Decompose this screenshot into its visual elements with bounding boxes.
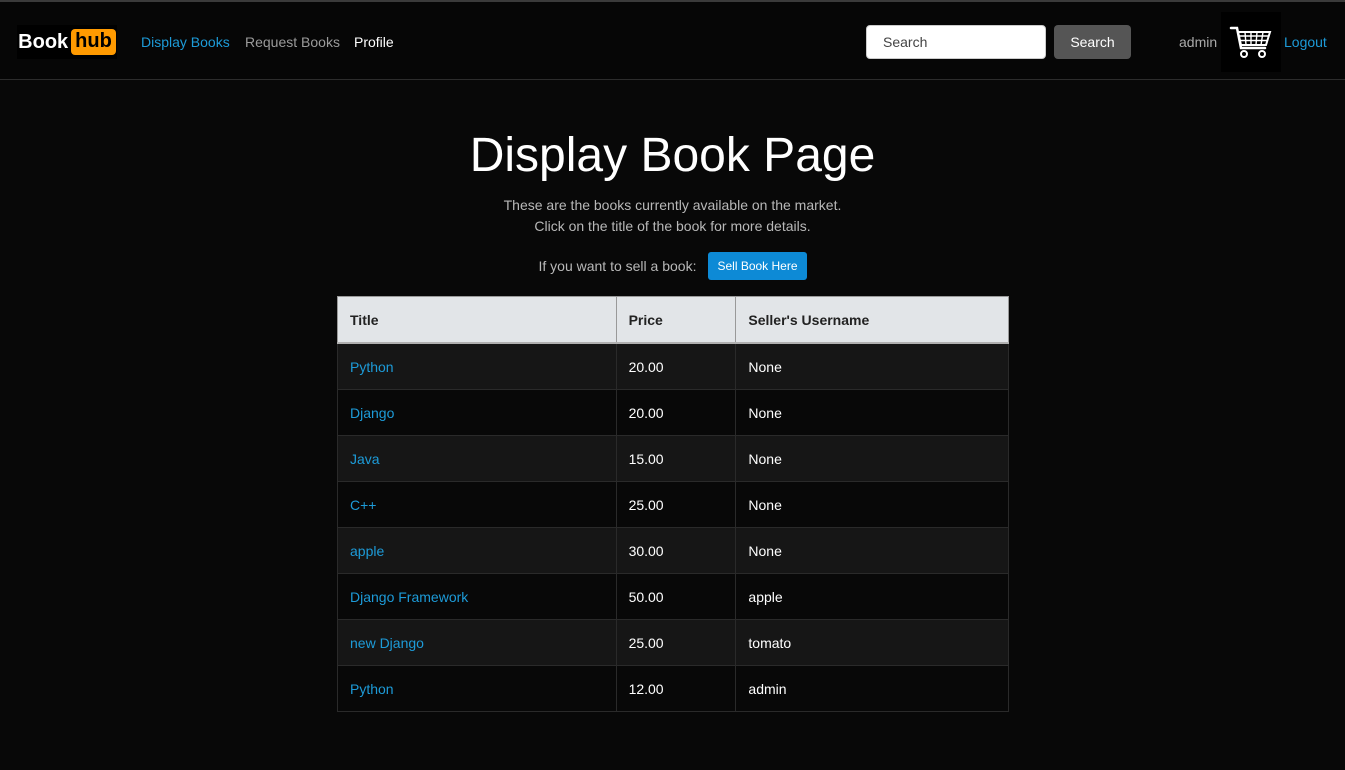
book-title-link[interactable]: C++: [350, 497, 376, 513]
seller-cell: None: [735, 435, 1009, 482]
table-row: Java 15.00 None: [337, 435, 1009, 482]
title-cell: Django: [337, 389, 617, 436]
header-price: Price: [615, 296, 737, 344]
title-cell: apple: [337, 527, 617, 574]
book-title-link[interactable]: new Django: [350, 635, 424, 651]
username-label: admin: [1179, 34, 1218, 50]
seller-cell: tomato: [735, 619, 1009, 666]
title-cell: Python: [337, 665, 617, 712]
seller-cell: None: [735, 342, 1009, 390]
price-cell: 30.00: [615, 527, 737, 574]
book-title-link[interactable]: Django: [350, 405, 394, 421]
title-cell: Java: [337, 435, 617, 482]
books-table: Title Price Seller's Username Python 20.…: [337, 296, 1009, 712]
brand-logo[interactable]: Book hub: [17, 25, 117, 59]
shopping-cart-icon[interactable]: [1221, 12, 1281, 72]
table-row: C++ 25.00 None: [337, 481, 1009, 528]
sell-book-button[interactable]: Sell Book Here: [708, 252, 807, 280]
table-row: Django 20.00 None: [337, 389, 1009, 436]
title-cell: new Django: [337, 619, 617, 666]
price-cell: 20.00: [615, 342, 737, 390]
book-title-link[interactable]: Python: [350, 681, 394, 697]
book-title-link[interactable]: Django Framework: [350, 589, 468, 605]
price-cell: 15.00: [615, 435, 737, 482]
header-title: Title: [337, 296, 617, 344]
header-seller: Seller's Username: [735, 296, 1009, 344]
search-input[interactable]: [866, 25, 1046, 59]
intro-line-2: Click on the title of the book for more …: [534, 218, 811, 234]
sell-prompt: If you want to sell a book:: [538, 258, 697, 274]
logout-link[interactable]: Logout: [1284, 34, 1327, 50]
brand-hub-text: hub: [71, 29, 116, 55]
search-button[interactable]: Search: [1054, 25, 1131, 59]
nav-profile[interactable]: Profile: [354, 34, 394, 50]
table-row: apple 30.00 None: [337, 527, 1009, 574]
table-row: new Django 25.00 tomato: [337, 619, 1009, 666]
price-cell: 25.00: [615, 619, 737, 666]
title-cell: C++: [337, 481, 617, 528]
table-row: Python 20.00 None: [337, 342, 1009, 390]
navbar: Book hub Display Books Request Books Pro…: [0, 2, 1345, 80]
book-title-link[interactable]: Java: [350, 451, 380, 467]
nav-display-books[interactable]: Display Books: [141, 34, 230, 50]
seller-cell: admin: [735, 665, 1009, 712]
table-row: Django Framework 50.00 apple: [337, 573, 1009, 620]
price-cell: 12.00: [615, 665, 737, 712]
book-title-link[interactable]: Python: [350, 359, 394, 375]
table-header-row: Title Price Seller's Username: [337, 296, 1009, 344]
price-cell: 50.00: [615, 573, 737, 620]
seller-cell: None: [735, 527, 1009, 574]
intro-text: These are the books currently available …: [0, 195, 1345, 237]
brand-book-text: Book: [18, 30, 69, 53]
title-cell: Python: [337, 342, 617, 390]
price-cell: 20.00: [615, 389, 737, 436]
table-row: Python 12.00 admin: [337, 665, 1009, 712]
sell-row: If you want to sell a book: Sell Book He…: [0, 252, 1345, 280]
seller-cell: None: [735, 481, 1009, 528]
page-title: Display Book Page: [469, 129, 876, 182]
nav-request-books[interactable]: Request Books: [245, 34, 340, 50]
intro-line-1: These are the books currently available …: [503, 197, 842, 213]
price-cell: 25.00: [615, 481, 737, 528]
seller-cell: apple: [735, 573, 1009, 620]
title-cell: Django Framework: [337, 573, 617, 620]
book-title-link[interactable]: apple: [350, 543, 384, 559]
seller-cell: None: [735, 389, 1009, 436]
